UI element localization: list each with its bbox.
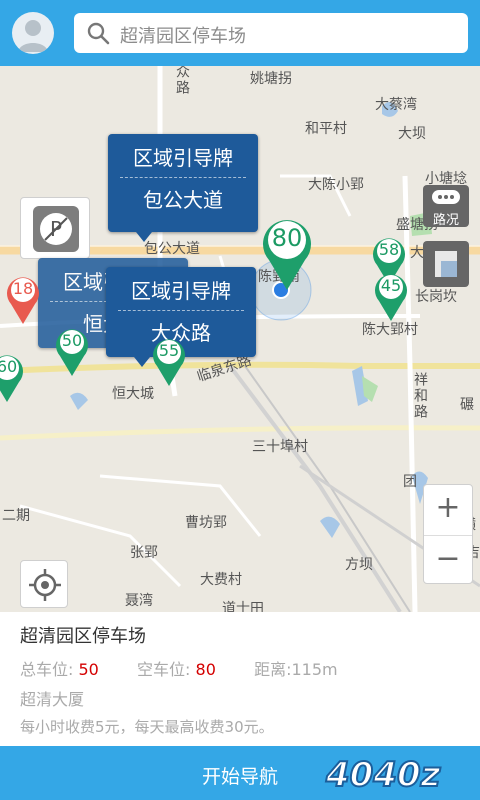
parking-pin[interactable]: 55: [150, 334, 188, 388]
parking-button[interactable]: P: [20, 197, 90, 259]
map-label: 张郢: [130, 545, 158, 561]
map-label: 曹坊郢: [185, 515, 227, 531]
zoom-control: + −: [423, 484, 473, 584]
callout-title: 区域引导牌: [133, 146, 233, 170]
traffic-button[interactable]: 路况: [423, 185, 469, 228]
map-label: 碾: [460, 397, 474, 413]
map-label: 道士田: [222, 601, 264, 612]
callout-road: 包公大道: [143, 188, 223, 212]
map-label: 方坝: [345, 557, 373, 573]
map-view[interactable]: 众路 姚塘拐 大蔡湾 和平村 大坝 大陈小郢 小塘埝 盛塘拐 包公大道 大道 陈…: [0, 66, 480, 612]
avatar[interactable]: [12, 12, 54, 54]
search-icon: [87, 22, 110, 45]
parking-info-panel: 超清园区停车场 总车位: 50 空车位: 80 距离:115m 超清大厦 每小时…: [0, 612, 480, 746]
svg-text:4040z: 4040z: [325, 755, 441, 795]
map-label: 团: [403, 474, 417, 490]
locate-icon: [29, 569, 61, 601]
free-value: 80: [195, 660, 216, 679]
capacity-row: 总车位: 50 空车位: 80 距离:115m: [20, 656, 338, 680]
parking-pin[interactable]: 45: [372, 269, 410, 323]
locate-button[interactable]: [20, 560, 68, 608]
parking-pin[interactable]: 50: [53, 324, 91, 378]
traffic-icon: [432, 190, 460, 204]
total-value: 50: [78, 660, 99, 679]
map-label: 大坝: [398, 126, 426, 142]
map-label: 恒大城: [112, 386, 154, 402]
map-label: 祥和路: [412, 372, 428, 420]
map-label: 大蔡湾: [375, 97, 417, 113]
map-label: 大陈小郢: [308, 177, 364, 193]
traffic-label: 路况: [432, 213, 459, 228]
search-input[interactable]: 超清园区停车场: [74, 13, 468, 53]
distance: 距离:115m: [254, 660, 338, 679]
fee-info: 每小时收费5元，每天最高收费30元。: [20, 718, 274, 736]
map-label: 聂湾: [125, 593, 153, 609]
search-placeholder: 超清园区停车场: [120, 26, 246, 47]
zoom-out-button[interactable]: −: [424, 535, 472, 585]
map-label: 长岗坎: [415, 289, 457, 305]
map-label: 姚塘拐: [250, 71, 292, 87]
parking-pin[interactable]: 60: [0, 350, 26, 404]
callout-title: 区域引导牌: [131, 279, 231, 303]
layers-icon: [435, 251, 457, 277]
parking-pin[interactable]: 18: [4, 272, 42, 326]
parking-name: 超清园区停车场: [20, 626, 146, 647]
layers-button[interactable]: [423, 241, 469, 287]
guide-sign-callout[interactable]: 区域引导牌 包公大道: [108, 134, 258, 242]
total-label: 总车位:: [20, 660, 74, 679]
map-label: 包公大道: [144, 241, 200, 257]
map-label: 大费村: [200, 572, 242, 588]
free-label: 空车位:: [137, 660, 191, 679]
map-label: 三十埠村: [252, 439, 308, 455]
map-label: 二期: [2, 508, 30, 524]
map-label: 和平村: [305, 121, 347, 137]
address: 超清大厦: [20, 690, 85, 709]
map-label: 众路: [174, 66, 190, 96]
parking-pin[interactable]: 80: [259, 214, 315, 292]
watermark-logo: 4040z: [324, 754, 442, 796]
top-bar: 超清园区停车场: [0, 0, 480, 66]
zoom-in-button[interactable]: +: [424, 485, 472, 535]
parking-icon: P: [33, 206, 79, 252]
